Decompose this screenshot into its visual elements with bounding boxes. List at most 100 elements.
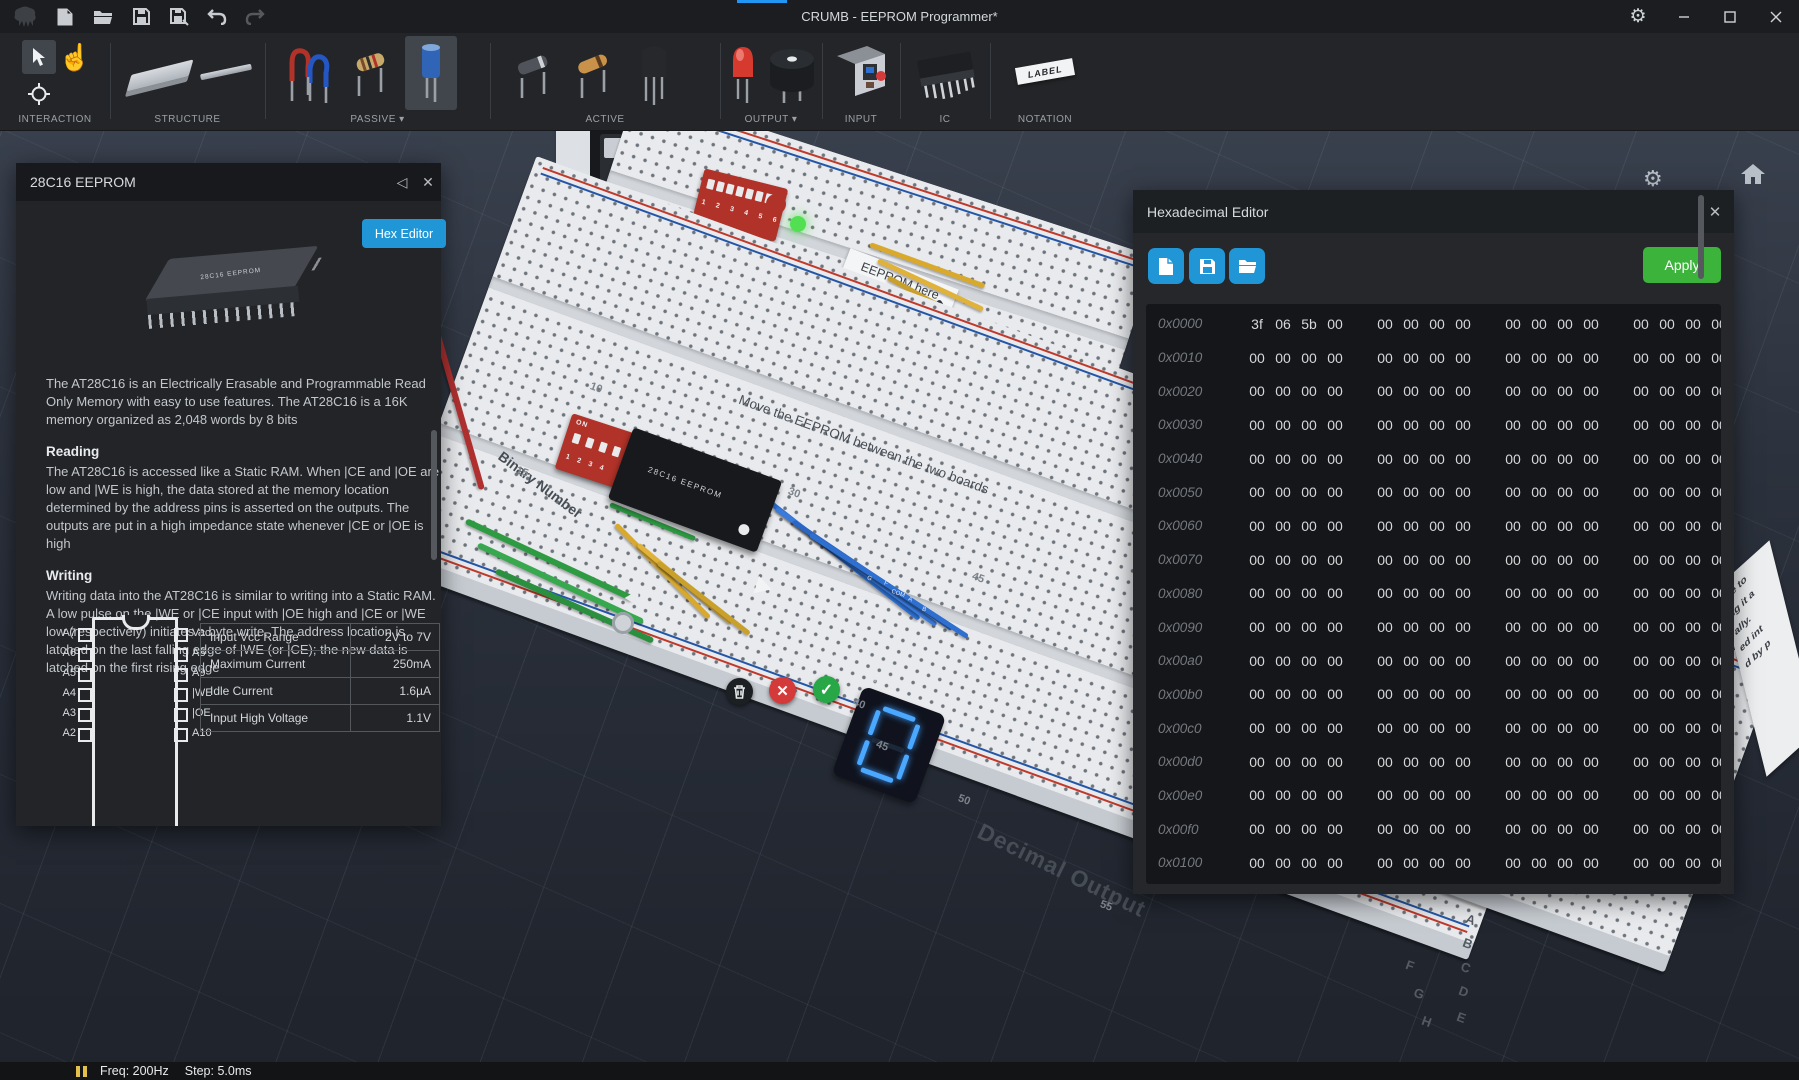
- hex-byte[interactable]: 00: [1578, 754, 1604, 770]
- hex-byte[interactable]: 00: [1424, 383, 1450, 399]
- hex-byte[interactable]: 00: [1270, 821, 1296, 837]
- hex-byte[interactable]: 00: [1654, 686, 1680, 702]
- hex-byte[interactable]: 00: [1578, 552, 1604, 568]
- back-icon[interactable]: ◁: [389, 174, 415, 191]
- hex-byte[interactable]: 00: [1526, 518, 1552, 534]
- hex-byte[interactable]: 00: [1654, 316, 1680, 332]
- hex-byte[interactable]: 00: [1628, 585, 1654, 601]
- hex-byte[interactable]: 00: [1526, 417, 1552, 433]
- hex-byte[interactable]: 00: [1296, 383, 1322, 399]
- hex-byte[interactable]: 00: [1628, 383, 1654, 399]
- hex-byte[interactable]: 00: [1372, 518, 1398, 534]
- hex-byte[interactable]: 00: [1296, 417, 1322, 433]
- hex-byte[interactable]: 00: [1398, 451, 1424, 467]
- hex-byte[interactable]: 00: [1296, 619, 1322, 635]
- hex-byte[interactable]: 00: [1578, 855, 1604, 871]
- hex-byte[interactable]: 00: [1628, 552, 1654, 568]
- hex-byte[interactable]: 00: [1398, 350, 1424, 366]
- hex-byte[interactable]: 00: [1578, 417, 1604, 433]
- hex-byte[interactable]: 00: [1500, 484, 1526, 500]
- hex-byte[interactable]: 00: [1628, 855, 1654, 871]
- hex-byte[interactable]: 00: [1526, 484, 1552, 500]
- hex-byte[interactable]: 00: [1372, 855, 1398, 871]
- hex-byte[interactable]: 00: [1296, 653, 1322, 669]
- hex-byte[interactable]: 00: [1322, 383, 1348, 399]
- hex-scrollbar[interactable]: [1698, 195, 1704, 279]
- hex-byte[interactable]: 00: [1296, 552, 1322, 568]
- hex-byte[interactable]: 00: [1680, 619, 1706, 635]
- maximize-button[interactable]: [1707, 0, 1753, 33]
- info-panel-scrollbar[interactable]: [431, 430, 437, 560]
- hex-byte[interactable]: 00: [1322, 855, 1348, 871]
- transistor-item[interactable]: [628, 38, 680, 110]
- hex-byte[interactable]: 00: [1500, 754, 1526, 770]
- hex-byte[interactable]: 00: [1270, 720, 1296, 736]
- hex-byte[interactable]: 00: [1706, 821, 1721, 837]
- hex-byte[interactable]: 00: [1680, 383, 1706, 399]
- hex-byte[interactable]: 00: [1500, 653, 1526, 669]
- hex-byte[interactable]: 00: [1424, 686, 1450, 702]
- hex-byte[interactable]: 00: [1680, 484, 1706, 500]
- hex-byte[interactable]: 00: [1398, 417, 1424, 433]
- hex-byte[interactable]: 00: [1526, 686, 1552, 702]
- hex-byte[interactable]: 00: [1578, 316, 1604, 332]
- hex-byte[interactable]: 00: [1424, 855, 1450, 871]
- hex-byte[interactable]: 00: [1706, 585, 1721, 601]
- hex-byte[interactable]: 00: [1526, 350, 1552, 366]
- settings-gear-icon[interactable]: ⚙: [1615, 0, 1661, 33]
- hex-byte[interactable]: 00: [1654, 585, 1680, 601]
- hex-byte[interactable]: 00: [1270, 787, 1296, 803]
- hex-byte[interactable]: 00: [1244, 720, 1270, 736]
- hex-byte[interactable]: 00: [1450, 350, 1476, 366]
- hex-byte[interactable]: 00: [1322, 686, 1348, 702]
- hex-byte[interactable]: 00: [1450, 855, 1476, 871]
- hex-byte[interactable]: 00: [1552, 383, 1578, 399]
- hex-byte[interactable]: 00: [1322, 720, 1348, 736]
- hex-byte[interactable]: 00: [1398, 787, 1424, 803]
- hex-byte[interactable]: 00: [1450, 316, 1476, 332]
- hex-byte[interactable]: 00: [1526, 451, 1552, 467]
- hex-byte[interactable]: 00: [1398, 821, 1424, 837]
- hex-byte[interactable]: 00: [1450, 585, 1476, 601]
- hex-byte[interactable]: 00: [1398, 686, 1424, 702]
- hex-byte[interactable]: 00: [1270, 619, 1296, 635]
- confirm-button[interactable]: ✓: [813, 676, 840, 703]
- hex-byte[interactable]: 00: [1654, 552, 1680, 568]
- hex-byte[interactable]: 00: [1628, 350, 1654, 366]
- hex-byte[interactable]: 00: [1654, 754, 1680, 770]
- minimize-button[interactable]: [1661, 0, 1707, 33]
- hex-byte[interactable]: 00: [1680, 585, 1706, 601]
- hex-byte[interactable]: 00: [1500, 855, 1526, 871]
- hex-byte[interactable]: 00: [1372, 619, 1398, 635]
- hex-byte[interactable]: 00: [1296, 686, 1322, 702]
- hex-byte[interactable]: 00: [1628, 484, 1654, 500]
- hex-byte[interactable]: 00: [1270, 350, 1296, 366]
- hex-byte[interactable]: 00: [1296, 754, 1322, 770]
- hex-byte[interactable]: 00: [1526, 787, 1552, 803]
- hex-byte[interactable]: 00: [1706, 686, 1721, 702]
- hex-byte[interactable]: 00: [1706, 787, 1721, 803]
- hex-byte[interactable]: 00: [1706, 720, 1721, 736]
- hex-byte[interactable]: 00: [1706, 383, 1721, 399]
- hex-byte[interactable]: 00: [1578, 619, 1604, 635]
- hex-byte[interactable]: 00: [1322, 518, 1348, 534]
- hex-byte[interactable]: 00: [1424, 787, 1450, 803]
- hex-byte[interactable]: 00: [1270, 585, 1296, 601]
- hex-byte[interactable]: 00: [1526, 316, 1552, 332]
- hex-byte[interactable]: 00: [1680, 417, 1706, 433]
- hex-byte[interactable]: 00: [1398, 653, 1424, 669]
- cursor-tool[interactable]: [22, 40, 56, 74]
- hex-byte[interactable]: 00: [1680, 720, 1706, 736]
- hex-byte[interactable]: 00: [1654, 350, 1680, 366]
- hex-byte[interactable]: 00: [1578, 720, 1604, 736]
- hand-tool[interactable]: ☝: [58, 40, 92, 74]
- hex-byte[interactable]: 00: [1526, 720, 1552, 736]
- hex-byte[interactable]: 00: [1244, 350, 1270, 366]
- hex-byte[interactable]: 00: [1552, 619, 1578, 635]
- hex-byte[interactable]: 00: [1296, 821, 1322, 837]
- hex-byte[interactable]: 00: [1372, 383, 1398, 399]
- hex-byte[interactable]: 00: [1628, 518, 1654, 534]
- hex-byte[interactable]: 06: [1270, 316, 1296, 332]
- ic-chip-item[interactable]: [914, 38, 978, 110]
- hex-byte[interactable]: 00: [1450, 821, 1476, 837]
